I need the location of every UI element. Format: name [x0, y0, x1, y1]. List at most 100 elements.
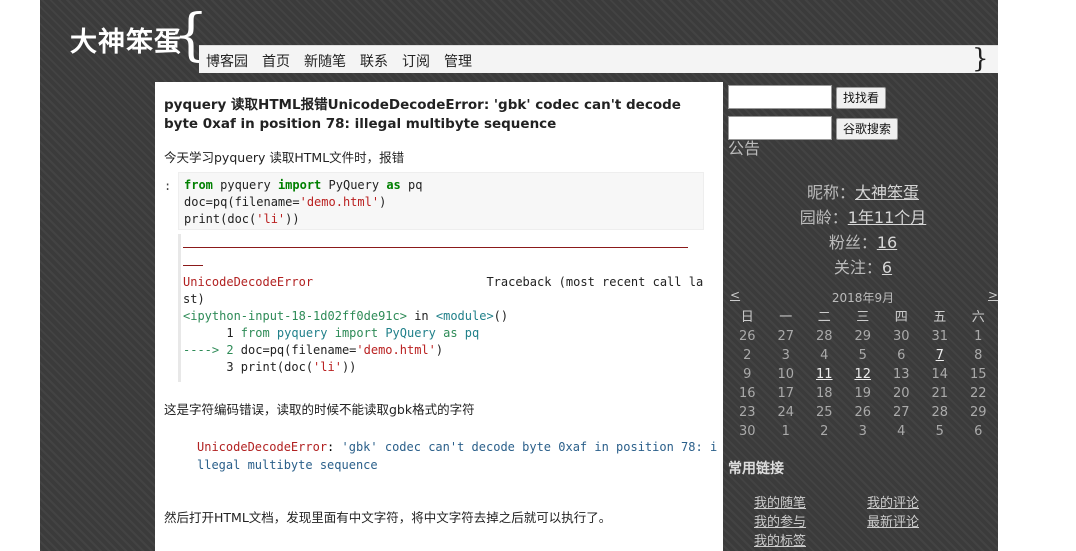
profile-age: 园龄：1年11个月 [799, 208, 927, 227]
traceback-line-1: 1 from pyquery import PyQuery as pq [183, 326, 480, 340]
calendar-day: 22 [969, 386, 987, 401]
calendar-day: 15 [969, 367, 987, 382]
calendar-day: 4 [897, 424, 906, 439]
calendar-day: 31 [931, 329, 949, 344]
profile-nickname: 昵称：大神笨蛋 [806, 183, 920, 202]
error-message-line-1: UnicodeDecodeError: 'gbk' codec can't de… [197, 440, 718, 454]
calendar-title: 2018年9月 [831, 291, 895, 305]
calendar-day: 13 [892, 367, 910, 382]
nav-item-cnblogs[interactable]: 博客园 [206, 51, 248, 71]
nav-bar: 博客园 首页 新随笔 联系 订阅 管理 [199, 45, 998, 73]
traceback-output: UnicodeDecodeError Traceback (most recen… [183, 234, 703, 382]
code-line-2: doc=pq(filename='demo.html') [184, 195, 387, 209]
nav-item-admin[interactable]: 管理 [444, 51, 472, 71]
post-explanation: 这是字符编码错误，读取的时候不能读取gbk格式的字符 [164, 402, 475, 417]
code-line-3: print(doc('li')) [184, 212, 300, 226]
calendar-day: 4 [820, 348, 829, 363]
calendar-weekday: 日 [740, 310, 754, 325]
code-cell: from pyquery import PyQuery as pq doc=pq… [178, 172, 704, 230]
calendar-day: 19 [854, 386, 872, 401]
nav-menu: 博客园 首页 新随笔 联系 订阅 管理 [206, 51, 486, 71]
calendar-day: 27 [777, 329, 795, 344]
error-message-line-2: llegal multibyte sequence [197, 458, 378, 472]
traceback-header: UnicodeDecodeError Traceback (most recen… [183, 275, 704, 289]
traceback-line-3: 3 print(doc('li')) [183, 360, 357, 374]
decorative-brace-close: } [972, 44, 989, 74]
post-title[interactable]: pyquery 读取HTML报错UnicodeDecodeError: 'gbk… [164, 96, 716, 134]
calendar-weekday: 六 [971, 310, 985, 325]
traceback-rule [183, 247, 688, 248]
calendar-day: 23 [738, 405, 756, 420]
calendar-day: 3 [858, 424, 867, 439]
calendar-day: 3 [781, 348, 790, 363]
google-search-button[interactable]: 谷歌搜索 [836, 118, 899, 140]
code-line-1: from pyquery import PyQuery as pq [184, 178, 423, 192]
nav-item-contact[interactable]: 联系 [360, 51, 388, 71]
calendar-weekday: 四 [894, 310, 908, 325]
calendar-day: 16 [738, 386, 756, 401]
calendar: < 2018年9月 > 日一二三四五六 26 27 28 29 30 31 1 2 3 4 5 6 7 8 9… [728, 288, 998, 441]
calendar-day: 20 [892, 386, 910, 401]
traceback-rule-tail [183, 265, 203, 266]
error-message-block: UnicodeDecodeError: 'gbk' codec can't de… [197, 438, 718, 474]
calendar-day: 28 [815, 329, 833, 344]
calendar-day: 30 [738, 424, 756, 439]
follow-link[interactable]: 6 [882, 258, 892, 277]
search-input[interactable] [728, 85, 832, 109]
nickname-link[interactable]: 大神笨蛋 [855, 183, 919, 202]
calendar-day-link[interactable]: 7 [921, 346, 960, 365]
links-heading: 常用链接 [728, 461, 784, 477]
calendar-header: < 2018年9月 > [728, 288, 998, 306]
calendar-day: 10 [777, 367, 795, 382]
calendar-day: 14 [931, 367, 949, 382]
calendar-day: 27 [892, 405, 910, 420]
calendar-day: 29 [969, 405, 987, 420]
calendar-day-link[interactable]: 11 [805, 365, 844, 384]
age-link[interactable]: 1年11个月 [848, 208, 927, 227]
site-title[interactable]: 大神笨蛋 [70, 20, 182, 59]
notice-heading: 公告 [728, 139, 761, 158]
nav-item-subscribe[interactable]: 订阅 [402, 51, 430, 71]
profile-fans: 粉丝：16 [828, 233, 898, 252]
calendar-day: 18 [815, 386, 833, 401]
cell-prompt: : [164, 179, 172, 193]
calendar-day: 8 [974, 348, 983, 363]
traceback-line-2: ----> 2 doc=pq(filename='demo.html') [183, 343, 444, 357]
calendar-day: 17 [777, 386, 795, 401]
calendar-day: 29 [854, 329, 872, 344]
calendar-day: 5 [935, 424, 944, 439]
calendar-day: 21 [931, 386, 949, 401]
calendar-day: 30 [892, 329, 910, 344]
link-my-participation[interactable]: 我的参与 [754, 511, 806, 530]
calendar-day: 26 [854, 405, 872, 420]
link-latest-comments[interactable]: 最新评论 [867, 511, 919, 530]
link-my-posts[interactable]: 我的随笔 [754, 492, 806, 511]
calendar-day: 1 [974, 329, 983, 344]
fans-link[interactable]: 16 [877, 233, 897, 252]
calendar-day: 28 [931, 405, 949, 420]
calendar-weekday: 一 [779, 310, 793, 325]
traceback-header-wrap: st) [183, 292, 205, 306]
calendar-weekday: 五 [933, 310, 947, 325]
nav-item-home[interactable]: 首页 [262, 51, 290, 71]
calendar-next-month[interactable]: > [988, 288, 998, 302]
link-my-tags[interactable]: 我的标签 [754, 530, 806, 549]
nav-item-new-post[interactable]: 新随笔 [304, 51, 346, 71]
calendar-day: 2 [743, 348, 752, 363]
post-conclusion: 然后打开HTML文档，发现里面有中文字符，将中文字符去掉之后就可以执行了。 [164, 510, 612, 525]
calendar-day: 6 [974, 424, 983, 439]
traceback-location: <ipython-input-18-1d02ff0de91c> in <modu… [183, 309, 509, 323]
calendar-day: 5 [858, 348, 867, 363]
calendar-weekday: 三 [856, 310, 870, 325]
calendar-day-link[interactable]: 12 [844, 365, 883, 384]
output-gutter [178, 234, 181, 382]
post-intro: 今天学习pyquery 读取HTML文件时，报错 [164, 150, 405, 165]
link-my-comments[interactable]: 我的评论 [867, 492, 919, 511]
search-button[interactable]: 找找看 [836, 87, 887, 109]
calendar-day: 1 [781, 424, 790, 439]
calendar-day: 6 [897, 348, 906, 363]
calendar-day: 9 [743, 367, 752, 382]
profile-follow: 关注：6 [833, 258, 893, 277]
calendar-weekday: 二 [817, 310, 831, 325]
calendar-day: 26 [738, 329, 756, 344]
